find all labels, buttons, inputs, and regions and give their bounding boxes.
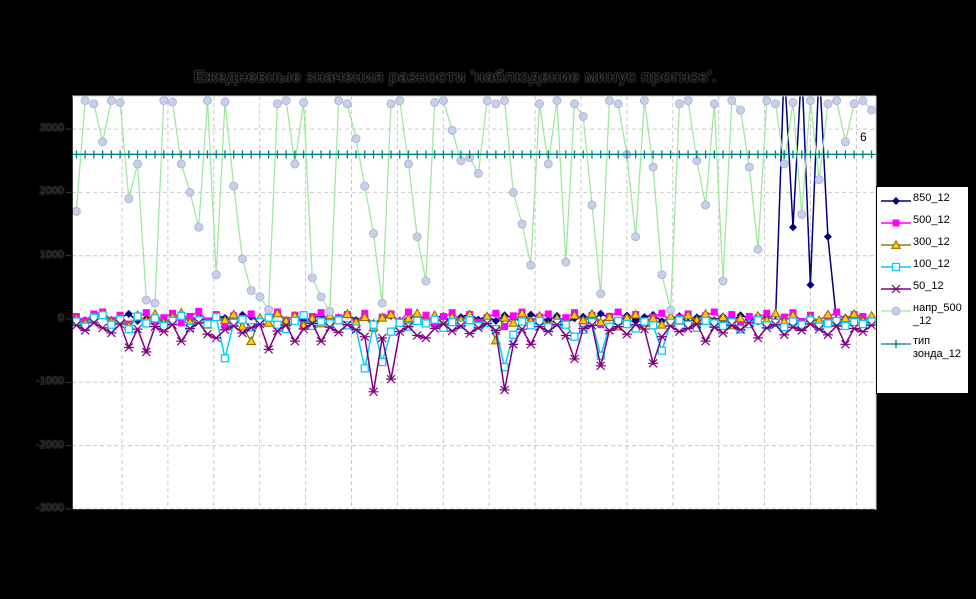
chart-window: Ежедневные значения разности 'наблюдение… <box>0 0 976 599</box>
legend-entry-label: 300_12 <box>913 236 950 248</box>
legend-entry-тип-зонда_12: тип зонда_12 <box>881 335 966 361</box>
legend: 850_12 500_12 300_12 100_12 50_12 напр_500 _12… <box>876 186 969 394</box>
y-axis-label: 2000 <box>39 185 64 198</box>
diamond-legend-marker-icon <box>881 197 911 205</box>
legend-entry-100_12: 100_12 <box>881 258 966 273</box>
legend-entry-50_12: 50_12 <box>881 280 966 295</box>
legend-entry-label: 850_12 <box>913 192 950 204</box>
y-axis-label: 1000 <box>39 248 64 261</box>
legend-entry-label: 100_12 <box>913 258 950 270</box>
y-axis-label: -3000 <box>35 501 64 514</box>
square-legend-marker-icon <box>881 219 911 227</box>
legend-entry-label: 50_12 <box>913 280 944 292</box>
legend-entry-label: тип зонда_12 <box>913 335 962 360</box>
plus-legend-marker-icon <box>881 340 911 348</box>
y-axis-label: -2000 <box>35 438 64 451</box>
triangle-legend-marker-icon <box>881 239 911 249</box>
y-axis-label: 3000 <box>39 122 64 135</box>
legend-entry-напр_500_12: напр_500 _12 <box>881 302 966 328</box>
y-axis-label: -1000 <box>35 375 64 388</box>
legend-entry-300_12: 300_12 <box>881 236 966 251</box>
data-label-clipped: 6 <box>860 130 867 144</box>
y-axis-label: 0 <box>57 312 64 324</box>
legend-entry-label: напр_500 _12 <box>913 302 962 327</box>
plot-area <box>66 95 877 511</box>
legend-entry-500_12: 500_12 <box>881 214 966 229</box>
square-open-legend-marker-icon <box>881 262 911 272</box>
legend-entry-label: 500_12 <box>913 214 950 226</box>
star6-legend-marker-icon <box>881 284 911 294</box>
circle-legend-marker-icon <box>881 306 911 316</box>
legend-entry-850_12: 850_12 <box>881 192 966 207</box>
